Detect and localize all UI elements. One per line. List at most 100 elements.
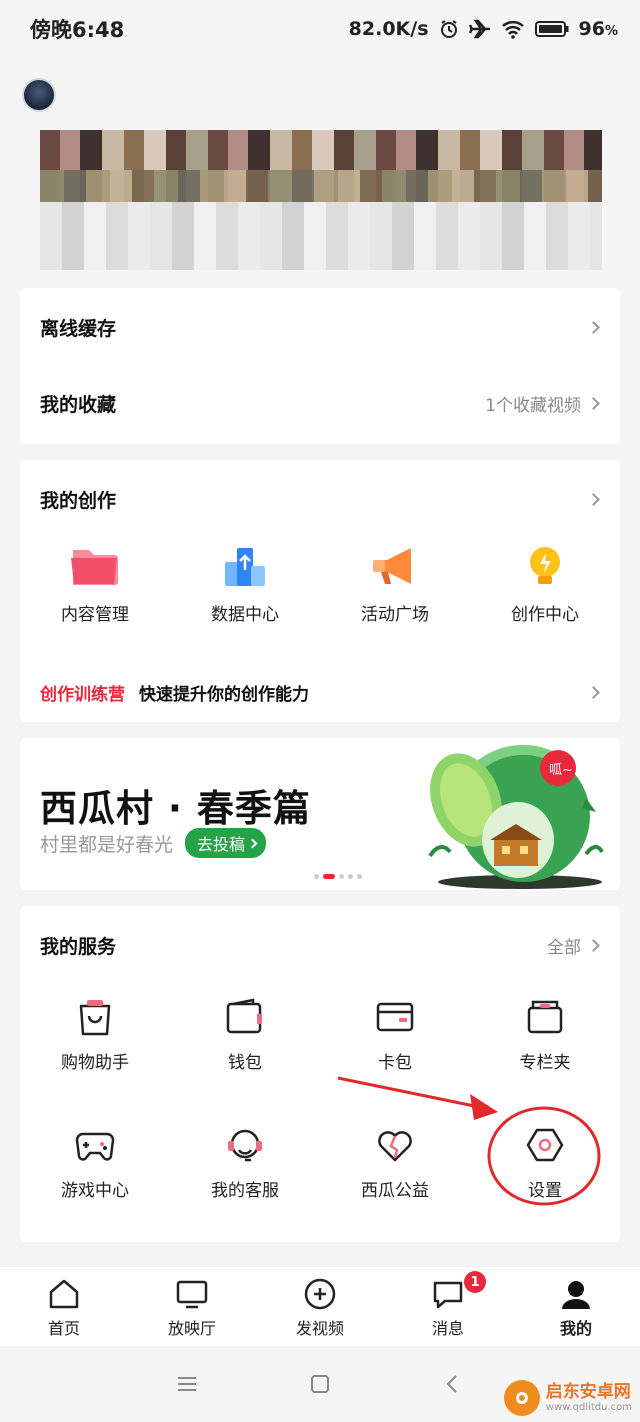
service-settings[interactable]: 设置 [470,1124,620,1201]
creation-item-content-management[interactable]: 内容管理 [20,544,170,625]
creation-item-creator-center[interactable]: 创作中心 [470,544,620,625]
chevron-right-icon [587,686,600,699]
monitor-icon [176,1280,208,1309]
tab-post-video[interactable]: 发视频 [256,1267,384,1346]
gear-icon [526,1128,564,1162]
tab-theater[interactable]: 放映厅 [128,1267,256,1346]
banner-subtitle: 村里都是好春光 [40,833,174,856]
creation-item-data-center[interactable]: 数据中心 [170,544,320,625]
offline-cache-label: 离线缓存 [40,318,117,340]
service-label: 游戏中心 [61,1181,129,1201]
creation-item-label: 活动广场 [361,605,429,625]
site-watermark: 启东安卓网 www.qdlitdu.com [503,1380,632,1416]
service-label: 卡包 [378,1053,412,1073]
lightbulb-icon [530,547,560,584]
service-label: 购物助手 [61,1053,129,1073]
status-time: 傍晚6:48 [30,18,125,42]
watermelon-illustration: 呱~ [428,744,604,889]
submit-button[interactable]: 去投稿 [185,828,267,858]
creation-card: 我的创作 内容管理 数据中心 活动广场 创作中心 创作训练营 快速提升你的创作能… [20,460,620,722]
network-speed: 82.0K/s [348,18,429,40]
gamepad-icon [75,1132,115,1161]
creation-header[interactable]: 我的创作 [40,486,600,513]
favorites-count: 1个收藏视频 [485,396,581,416]
service-label: 我的客服 [211,1181,279,1201]
status-bar: 傍晚6:48 82.0K/s 96% [0,0,640,58]
profile-info-blurred [40,130,602,270]
carousel-dot[interactable] [357,874,362,879]
add-video-icon [304,1278,336,1310]
services-title: 我的服务 [40,936,117,958]
chevron-right-icon [587,493,600,506]
alarm-icon [440,20,457,38]
status-icons: 82.0K/s 96% [349,18,618,40]
creation-item-activity-square[interactable]: 活动广场 [320,544,470,625]
home-icon [49,1279,79,1309]
tab-profile[interactable]: 我的 [512,1267,640,1346]
battery-icon [534,21,569,37]
favorites-label: 我的收藏 [40,394,117,416]
library-card: 离线缓存 我的收藏 1个收藏视频 [20,288,620,444]
tab-label: 放映厅 [167,1319,216,1338]
service-label: 钱包 [228,1053,262,1073]
favorites-row[interactable]: 我的收藏 1个收藏视频 [40,390,600,417]
creation-item-label: 创作中心 [511,605,579,625]
carousel-dot[interactable] [339,874,344,879]
service-charity[interactable]: 西瓜公益 [320,1124,470,1201]
banner-badge-text: 呱~ [549,762,573,778]
service-game-center[interactable]: 游戏中心 [20,1124,170,1201]
training-camp-label: 创作训练营 [40,685,125,705]
carousel-dot[interactable] [348,874,353,879]
promo-banner[interactable]: 西瓜村 · 春季篇 村里都是好春光 去投稿 呱~ [20,738,620,890]
tab-label: 我的 [559,1319,592,1338]
back-icon[interactable] [442,1373,464,1395]
banner-title: 西瓜村 · 春季篇 [40,787,311,830]
home-button-icon[interactable] [309,1373,331,1395]
megaphone-icon [373,548,411,584]
wallet-icon [226,998,262,1034]
services-row-1: 购物助手 钱包 卡包 专栏夹 [20,996,620,1073]
menu-icon[interactable] [176,1374,198,1394]
services-row-2: 游戏中心 我的客服 西瓜公益 设置 [20,1124,620,1201]
chevron-right-icon [587,321,600,334]
chevron-right-icon [587,397,600,410]
service-shopping-assistant[interactable]: 购物助手 [20,996,170,1073]
tab-messages[interactable]: 1 消息 [384,1267,512,1346]
service-customer-service[interactable]: 我的客服 [170,1124,320,1201]
creation-title: 我的创作 [40,490,117,512]
tab-home[interactable]: 首页 [0,1267,128,1346]
services-card: 我的服务 全部 购物助手 钱包 卡包 专栏夹 游戏中心 我的客服 西瓜公益 设置 [20,906,620,1242]
watermark-logo-icon [503,1380,540,1416]
shopping-bag-icon [79,1000,111,1036]
headset-icon [228,1129,262,1162]
bottom-tab-bar: 首页 放映厅 发视频 1 消息 我的 [0,1266,640,1346]
tab-label: 消息 [431,1319,464,1338]
creation-item-label: 数据中心 [211,605,279,625]
battery-level: 96% [578,18,618,40]
service-column-folder[interactable]: 专栏夹 [470,996,620,1073]
services-header: 我的服务 全部 [40,932,600,959]
carousel-dot[interactable] [323,874,335,879]
creation-tools: 内容管理 数据中心 活动广场 创作中心 [20,544,620,625]
service-label: 设置 [528,1181,562,1201]
watermark-name: 启东安卓网 [545,1382,631,1403]
card-icon [376,1002,414,1032]
service-label: 西瓜公益 [361,1181,429,1201]
airplane-icon [468,19,490,39]
carousel-dot[interactable] [314,874,319,879]
services-all-link[interactable]: 全部 [547,933,600,958]
data-chart-icon [225,548,265,586]
service-card-pack[interactable]: 卡包 [320,996,470,1073]
avatar[interactable] [22,78,56,112]
folder-icon [71,550,118,585]
unread-badge: 1 [464,1271,486,1293]
tab-label: 首页 [47,1319,80,1338]
chevron-right-icon [587,939,600,952]
creation-training-row[interactable]: 创作训练营 快速提升你的创作能力 [40,680,600,705]
column-folder-icon [527,1000,563,1034]
offline-cache-row[interactable]: 离线缓存 [40,314,600,341]
service-label: 专栏夹 [519,1053,571,1073]
service-wallet[interactable]: 钱包 [170,996,320,1073]
carousel-dots [314,874,362,879]
wifi-icon [501,21,524,39]
